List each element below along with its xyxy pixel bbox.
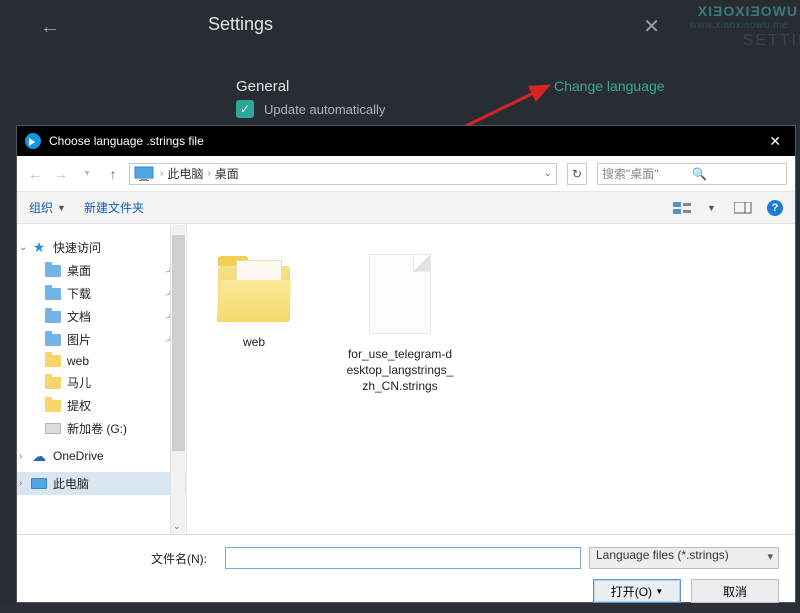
cancel-button[interactable]: 取消 [691,579,779,603]
caret-icon: ⌄ [19,242,27,253]
change-language-link[interactable]: Change language [554,78,665,94]
sidebar-item-web[interactable]: web [17,351,186,371]
preview-pane-button[interactable] [729,199,757,217]
watermark-brand: XIƎOXIƎOWU [698,3,798,19]
open-button[interactable]: 打开(O) ▼ [593,579,681,603]
files-pane: web for_use_telegram-desktop_langstrings… [187,224,795,534]
crumb-dropdown-icon[interactable]: ⌄ [544,168,552,179]
watermark-url: www.xiaoxiaowu.me [689,20,788,31]
update-auto-checkbox[interactable]: ✓ [236,100,254,118]
search-input[interactable]: 搜索"桌面" 🔍 [597,163,787,185]
sidebar-item-downloads[interactable]: 下载📌 [17,282,186,305]
file-label: web [199,334,309,350]
nav-recent-dropdown[interactable]: ▾ [77,168,97,179]
sidebar-scrollbar[interactable]: ⌄ [170,225,185,533]
sidebar-item-documents[interactable]: 文档📌 [17,305,186,328]
filename-label: 文件名(N): [33,550,217,567]
back-button[interactable]: ← [40,16,60,39]
sidebar-item-drive-g[interactable]: 新加卷 (G:) [17,417,186,440]
cloud-icon: ☁ [31,449,47,463]
new-folder-button[interactable]: 新建文件夹 [84,199,144,216]
crumb-folder[interactable]: 桌面 [215,165,239,182]
sidebar-item-tiquan[interactable]: 提权 [17,394,186,417]
update-auto-label: Update automatically [264,102,385,117]
folder-icon [218,266,290,322]
pc-icon [134,166,156,182]
view-mode-button[interactable] [669,199,697,217]
sidebar-item-desktop[interactable]: 桌面📌 [17,259,186,282]
sidebar-onedrive[interactable]: ›☁OneDrive [17,446,186,466]
dialog-close-button[interactable]: ✕ [763,133,787,150]
caret-icon: › [19,451,22,462]
nav-up-button[interactable]: ↑ [103,166,123,182]
settings-title: Settings [208,14,273,35]
sidebar: ⌄★快速访问 桌面📌 下载📌 文档📌 图片📌 web 马儿 提权 新加卷 (G:… [17,224,187,534]
crumb-root[interactable]: 此电脑 [167,165,203,182]
crumb-sep-icon: › [207,168,210,179]
breadcrumb[interactable]: › 此电脑 › 桌面 ⌄ [129,163,557,185]
close-settings-button[interactable]: ✕ [643,14,660,39]
document-icon [369,254,431,334]
app-icon [25,133,41,149]
nav-forward-button[interactable]: → [51,166,71,182]
organize-menu[interactable]: 组织▼ [29,199,66,216]
dialog-titlebar: Choose language .strings file ✕ [17,126,795,156]
section-general: General [236,78,289,95]
help-icon[interactable]: ? [767,200,783,216]
view-dropdown-icon[interactable]: ▼ [707,203,719,213]
file-item-folder[interactable]: web [199,240,309,350]
crumb-sep-icon: › [160,168,163,179]
side-label: SETTING [743,32,800,50]
sidebar-this-pc[interactable]: ›此电脑 [17,472,186,495]
filetype-select[interactable]: Language files (*.strings) [589,547,779,569]
sidebar-quick-access[interactable]: ⌄★快速访问 [17,236,186,259]
caret-icon: › [19,478,22,489]
sidebar-item-maer[interactable]: 马儿 [17,371,186,394]
file-label: for_use_telegram-desktop_langstrings_zh_… [345,346,455,395]
search-placeholder: 搜索"桌面" [602,165,692,182]
sidebar-item-pictures[interactable]: 图片📌 [17,328,186,351]
monitor-icon [31,478,47,489]
file-dialog: Choose language .strings file ✕ ← → ▾ ↑ … [16,125,796,603]
refresh-button[interactable]: ↻ [567,163,587,185]
nav-back-button[interactable]: ← [25,166,45,182]
dialog-title: Choose language .strings file [49,134,763,148]
file-item-strings[interactable]: for_use_telegram-desktop_langstrings_zh_… [345,240,455,395]
star-icon: ★ [31,241,47,255]
search-icon: 🔍 [692,167,782,181]
filename-input[interactable] [225,547,581,569]
